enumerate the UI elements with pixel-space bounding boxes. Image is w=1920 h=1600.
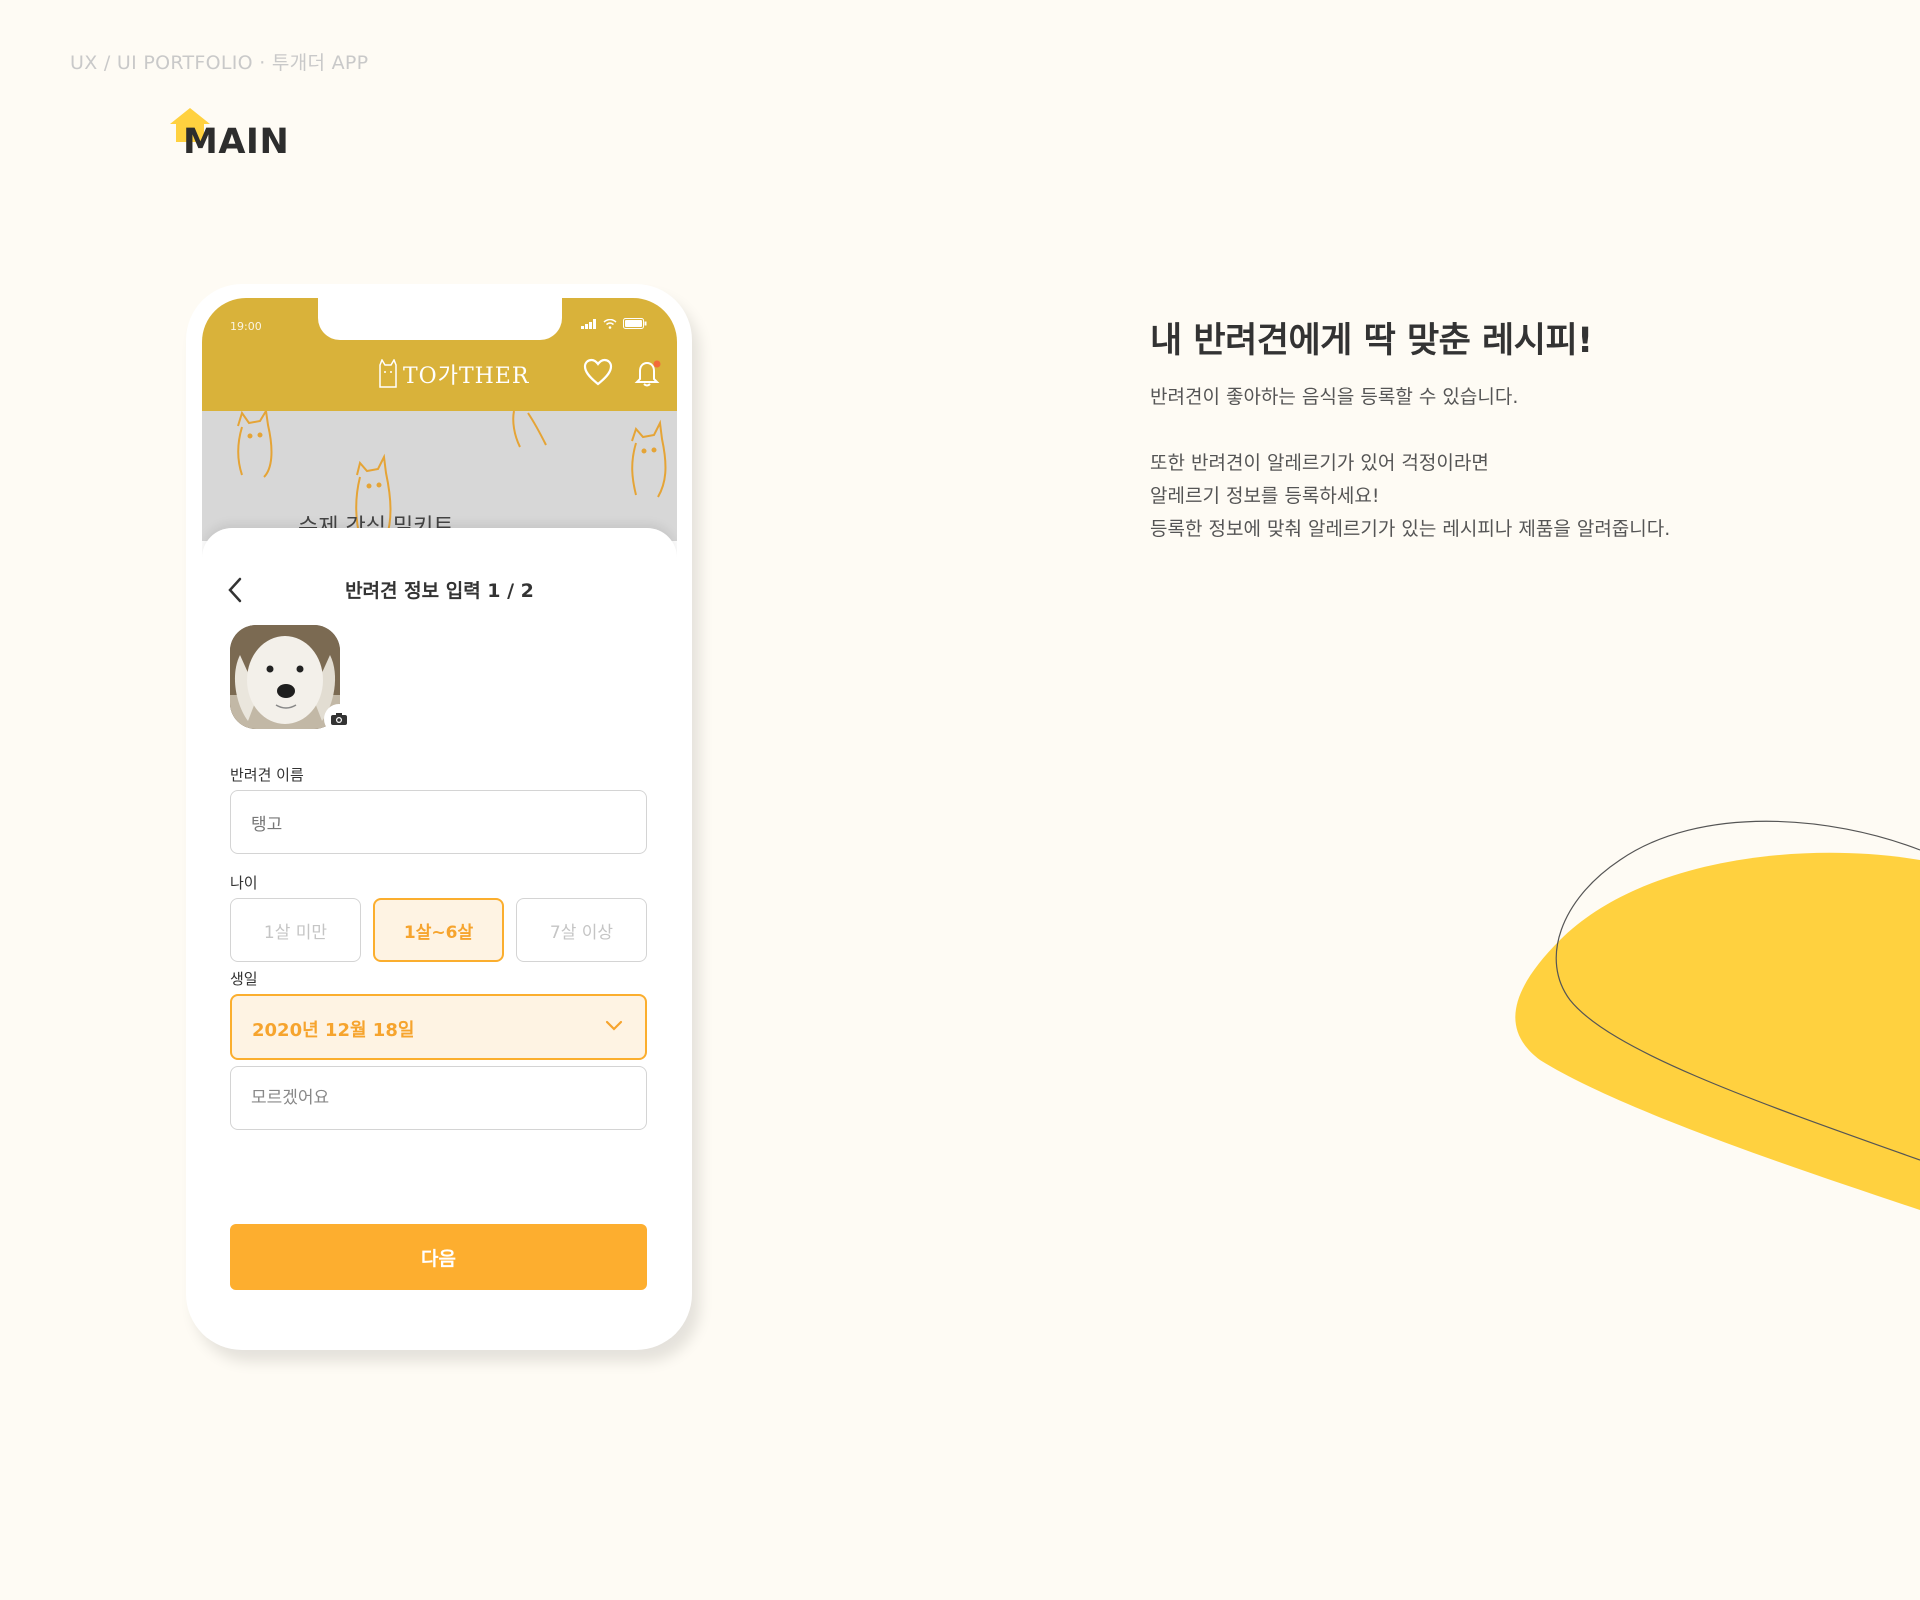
decorative-blob <box>1515 820 1920 1210</box>
phone-notch <box>318 298 562 340</box>
feature-description-1: 반려견이 좋아하는 음식을 등록할 수 있습니다. <box>1150 386 1519 408</box>
bell-icon[interactable] <box>633 358 663 388</box>
dog-logo-icon <box>379 359 397 388</box>
next-button[interactable]: 다음 <box>230 1224 647 1290</box>
system-icons <box>581 318 647 329</box>
pet-name-label: 반려견 이름 <box>230 766 304 784</box>
chevron-down-icon <box>605 1020 623 1031</box>
feature-headline: 내 반려견에게 딱 맞춘 레시피! <box>1150 321 1593 361</box>
feature-description-line: 또한 반려견이 알레르기가 있어 걱정이라면 <box>1150 452 1489 474</box>
birthday-label: 생일 <box>230 970 258 988</box>
battery-icon <box>623 318 647 329</box>
section-title: MAIN <box>183 122 290 162</box>
age-label: 나이 <box>230 874 258 892</box>
app-bar: 19:00 TO가THER <box>202 298 677 411</box>
camera-icon <box>331 713 347 725</box>
section-heading: MAIN <box>168 108 289 162</box>
app-logo: TO가THER <box>377 358 529 390</box>
age-option-under-1[interactable]: 1살 미만 <box>230 898 361 962</box>
pet-photo[interactable] <box>230 625 340 729</box>
pet-name-field[interactable] <box>230 790 647 854</box>
phone-screen: 19:00 TO가THER 반려견 정보 입력 1 / 2 반려견 이름 탱고 … <box>202 298 677 1338</box>
age-option-over-7[interactable]: 7살 이상 <box>516 898 647 962</box>
promo-banner[interactable]: 수제 간식 밀키트 <box>202 411 677 541</box>
sheet-title: 반려견 정보 입력 1 / 2 <box>345 580 534 602</box>
phone-mockup: 19:00 TO가THER 반려견 정보 입력 1 / 2 반려견 이름 탱고 … <box>186 284 692 1350</box>
birthday-select[interactable]: 2020년 12월 18일 <box>230 994 647 1060</box>
birthday-unknown-input[interactable] <box>231 1067 646 1129</box>
wifi-icon <box>603 318 617 329</box>
app-logo-text: TO가THER <box>403 364 530 389</box>
pet-name-input[interactable] <box>231 791 646 853</box>
signal-icon <box>581 318 596 329</box>
birthday-unknown-field[interactable] <box>230 1066 647 1130</box>
pet-info-sheet: 반려견 정보 입력 1 / 2 반려견 이름 탱고 나이 1살 미만 1살~6살… <box>202 528 677 1338</box>
dog-photo-illustration <box>230 625 340 729</box>
camera-badge[interactable] <box>324 704 354 734</box>
feature-description-line: 등록한 정보에 맞춰 알레르기가 있는 레시피나 제품을 알려줍니다. <box>1150 518 1671 540</box>
birthday-value: 2020년 12월 18일 <box>252 1020 415 1041</box>
feature-description-line: 알레르기 정보를 등록하세요! <box>1150 485 1380 507</box>
status-time: 19:00 <box>230 320 262 333</box>
heart-icon[interactable] <box>583 358 613 386</box>
portfolio-label: UX / UI PORTFOLIO · 투개더 APP <box>70 52 369 74</box>
age-option-1-to-6[interactable]: 1살~6살 <box>373 898 504 962</box>
